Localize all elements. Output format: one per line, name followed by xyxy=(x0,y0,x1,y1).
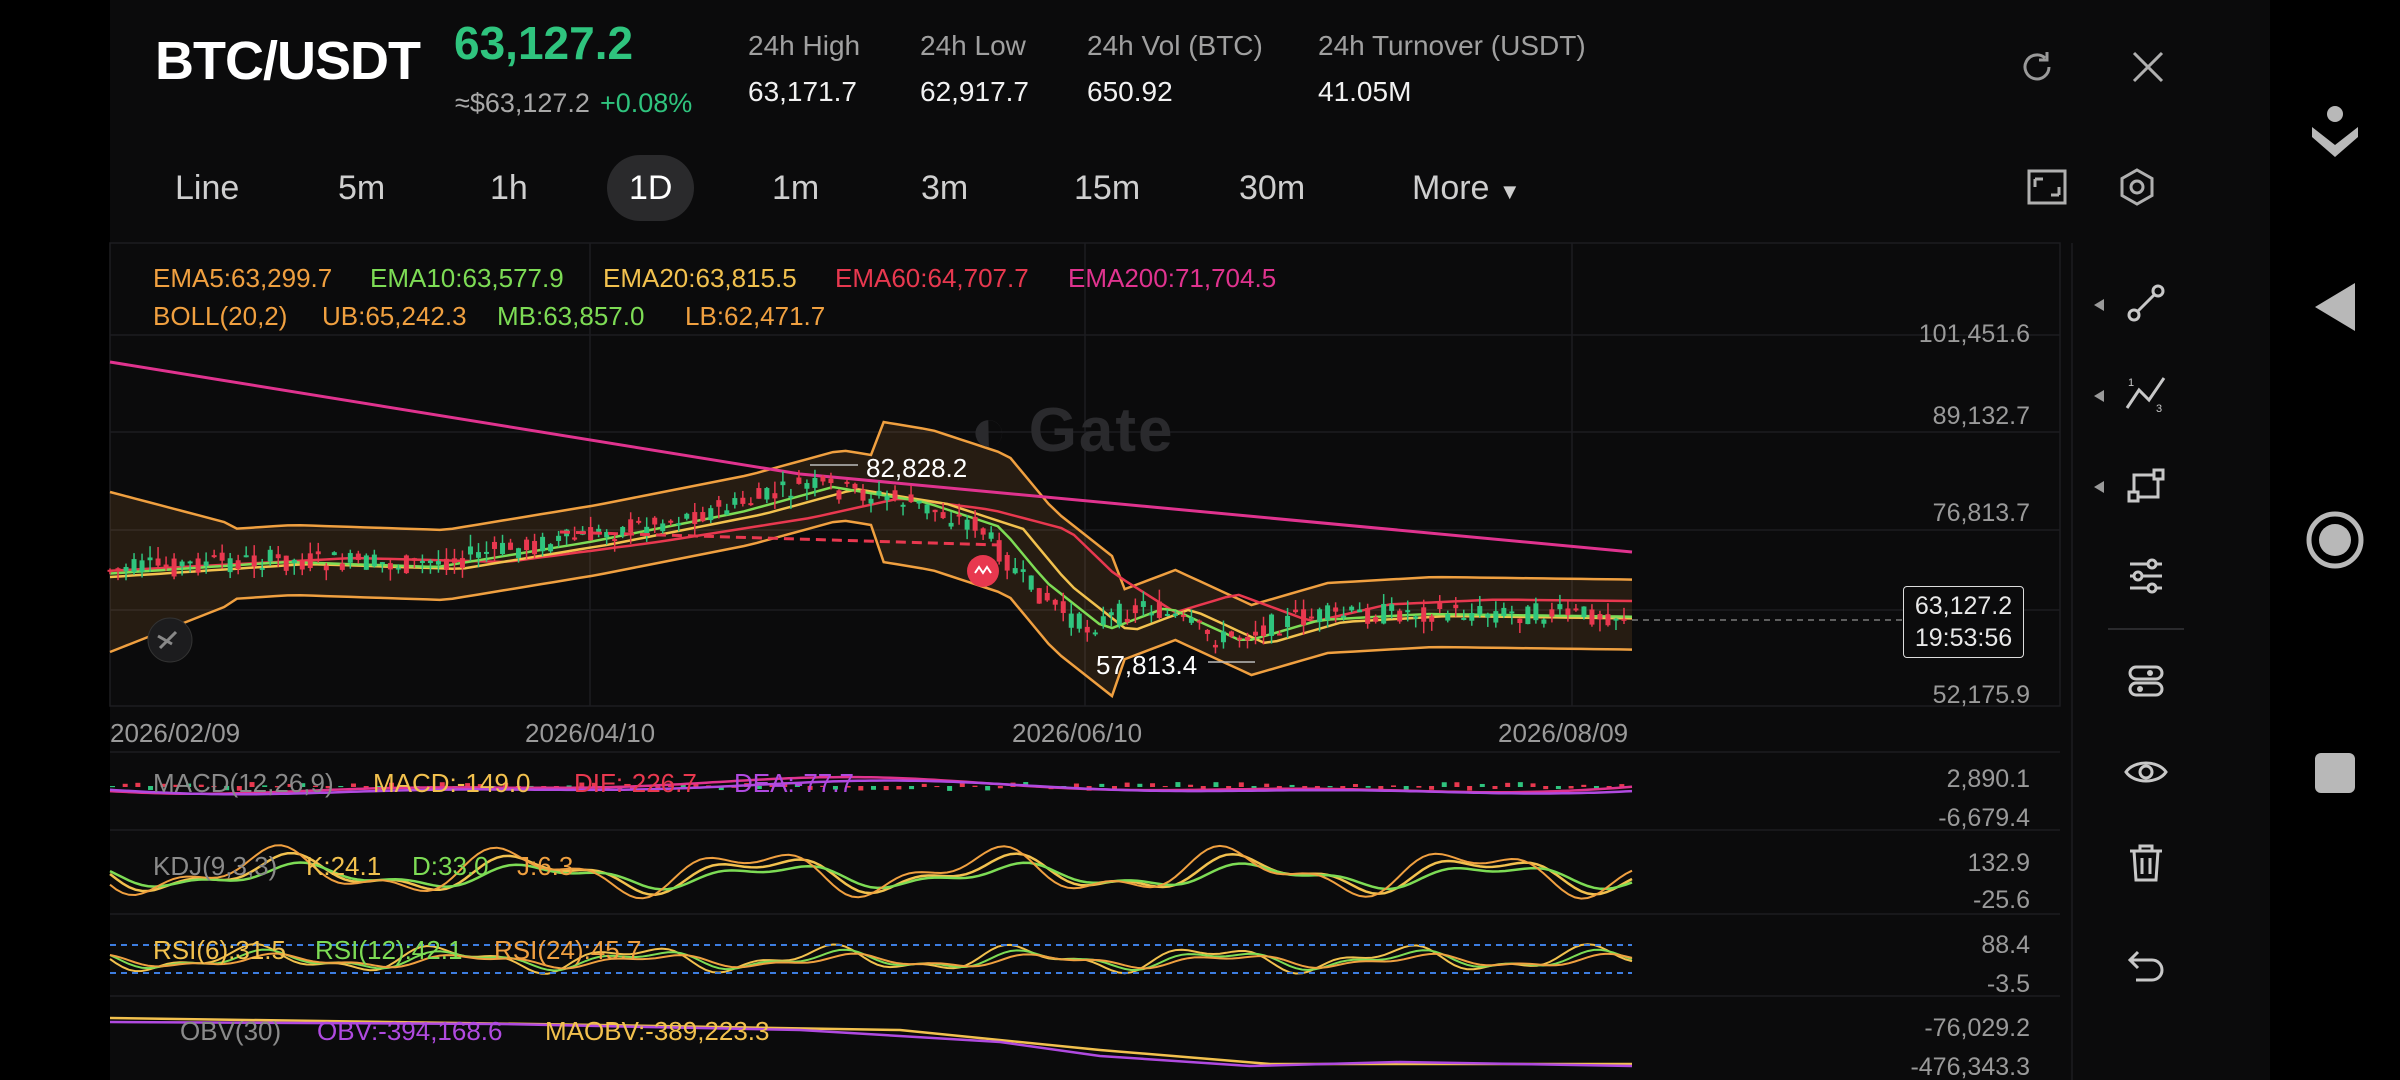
tab-1h[interactable]: 1h xyxy=(468,155,550,221)
price-change: +0.08% xyxy=(599,88,693,118)
kdj-j: J:6.3 xyxy=(517,851,574,881)
layout-icon[interactable] xyxy=(2108,643,2184,719)
rsi6: RSI(6):31.5 xyxy=(153,935,286,965)
stat-turnover: 24h Turnover (USDT) 41.05M xyxy=(1318,30,1586,108)
tool-divider xyxy=(2108,628,2184,630)
obv-value: OBV:-394,168.6 xyxy=(317,1016,503,1046)
caret-left-icon xyxy=(2094,299,2104,311)
x-tick: 2026/02/09 xyxy=(110,718,241,748)
stat-label: 24h Turnover (USDT) xyxy=(1318,30,1586,61)
stat-high: 24h High 63,171.7 xyxy=(748,30,860,108)
stat-label: 24h Low xyxy=(920,30,1026,61)
stat-value: 62,917.7 xyxy=(920,76,1029,107)
accessibility-icon[interactable] xyxy=(2300,100,2370,170)
price-tick: 101,451.6 xyxy=(1918,320,2030,348)
tab-more[interactable]: More ▼ xyxy=(1390,155,1543,221)
recents-icon[interactable] xyxy=(2300,738,2370,808)
stat-volume: 24h Vol (BTC) 650.92 xyxy=(1087,30,1263,108)
rsi24: RSI(24):45.7 xyxy=(494,935,642,965)
fib-icon[interactable]: 13 xyxy=(2108,356,2184,432)
ema20-value: EMA20:63,815.5 xyxy=(603,263,797,293)
tab-1m[interactable]: 1m xyxy=(750,155,841,221)
caret-left-icon xyxy=(2094,481,2104,493)
price-tick: 89,132.7 xyxy=(1932,402,2030,430)
caret-down-icon: ▼ xyxy=(1498,179,1521,204)
macd-axis-top: 2,890.1 xyxy=(1946,765,2030,793)
maobv-value: MAOBV:-389,223.3 xyxy=(545,1016,770,1046)
countdown: 19:53:56 xyxy=(1914,624,2013,652)
x-tick: 2026/08/09 xyxy=(1498,718,1629,748)
visibility-icon[interactable] xyxy=(2108,734,2184,810)
watermark-g-icon: ◐ xyxy=(970,396,1010,465)
undo-icon[interactable] xyxy=(2108,928,2184,1004)
pair-title: BTC/USDT xyxy=(155,31,421,91)
obv-axis-bottom: -476,343.3 xyxy=(1910,1053,2030,1080)
shape-icon[interactable] xyxy=(2108,447,2184,523)
fullscreen-icon[interactable] xyxy=(2022,162,2072,212)
rsi-axis-top: 88.4 xyxy=(1981,931,2030,959)
boll-ub: UB:65,242.3 xyxy=(322,301,467,331)
home-icon[interactable] xyxy=(2300,505,2370,575)
tab-3m[interactable]: 3m xyxy=(899,155,990,221)
ema10-value: EMA10:63,577.9 xyxy=(370,263,564,293)
dif-value: DIF:-226.7 xyxy=(574,768,697,798)
boll-label: BOLL(20,2) xyxy=(153,301,288,331)
x-tick: 2026/04/10 xyxy=(525,718,656,748)
ema5-value: EMA5:63,299.7 xyxy=(153,263,333,293)
high-annotation: 82,828.2 xyxy=(866,453,968,483)
back-icon[interactable] xyxy=(2300,272,2370,342)
kdj-axis-top: 132.9 xyxy=(1967,849,2030,877)
obv-label: OBV(30) xyxy=(180,1016,282,1046)
close-icon[interactable] xyxy=(2123,42,2173,92)
indicator-settings-icon[interactable] xyxy=(2108,538,2184,614)
svg-text:1: 1 xyxy=(2128,377,2134,389)
stat-low: 24h Low 62,917.7 xyxy=(920,30,1029,108)
tab-more-label: More xyxy=(1412,169,1490,207)
price-tick: 52,175.9 xyxy=(1932,681,2030,709)
boll-lb: LB:62,471.7 xyxy=(685,301,826,331)
tab-5m[interactable]: 5m xyxy=(316,155,407,221)
watermark-logo: ◐ Gate xyxy=(970,395,1175,466)
tab-line[interactable]: Line xyxy=(153,155,261,221)
kdj-axis-bottom: -25.6 xyxy=(1973,886,2030,914)
macd-value: MACD:-149.0 xyxy=(373,768,531,798)
stat-value: 650.92 xyxy=(1087,76,1173,107)
x-tick: 2026/06/10 xyxy=(1012,718,1143,748)
last-price-tag: 63,127.2 19:53:56 xyxy=(1903,586,2024,658)
dea-value: DEA:-77.7 xyxy=(734,768,854,798)
boll-mb: MB:63,857.0 xyxy=(497,301,645,331)
macd-axis-bottom: -6,679.4 xyxy=(1938,804,2030,832)
caret-left-icon xyxy=(2094,390,2104,402)
watermark-text: Gate xyxy=(1028,396,1175,465)
kdj-d: D:33.0 xyxy=(412,851,489,881)
price-axis: 101,451.6 89,132.7 76,813.7 52,175.9 xyxy=(1800,320,2030,720)
approx-usd: ≈$63,127.2 xyxy=(455,88,590,118)
low-annotation: 57,813.4 xyxy=(1096,650,1198,680)
rsi-axis-bottom: -3.5 xyxy=(1986,970,2030,998)
settings-icon[interactable] xyxy=(2112,162,2162,212)
obv-axis-top: -76,029.2 xyxy=(1924,1014,2030,1042)
rsi12: RSI(12):42.1 xyxy=(315,935,463,965)
stat-value: 41.05M xyxy=(1318,76,1412,107)
ema200-value: EMA200:71,704.5 xyxy=(1068,263,1277,293)
stat-value: 63,171.7 xyxy=(748,76,857,107)
tab-1d[interactable]: 1D xyxy=(607,155,695,221)
line-segment-icon[interactable] xyxy=(2108,265,2184,341)
macd-label: MACD(12,26,9) xyxy=(153,768,334,798)
kdj-label: KDJ(9,3,3) xyxy=(153,851,278,881)
last-price: 63,127.2 xyxy=(454,17,634,69)
trash-icon[interactable] xyxy=(2108,825,2184,901)
tab-15m[interactable]: 15m xyxy=(1052,155,1162,221)
svg-text:3: 3 xyxy=(2156,403,2162,414)
last-price-tag-value: 63,127.2 xyxy=(1914,592,2013,620)
stat-label: 24h Vol (BTC) xyxy=(1087,30,1263,61)
price-approx: ≈$63,127.2 +0.08% xyxy=(455,88,692,119)
kdj-k: K:24.1 xyxy=(306,851,382,881)
refresh-icon[interactable] xyxy=(2012,42,2062,92)
ema60-value: EMA60:64,707.7 xyxy=(835,263,1029,293)
stat-label: 24h High xyxy=(748,30,861,61)
tab-30m[interactable]: 30m xyxy=(1217,155,1327,221)
price-tick: 76,813.7 xyxy=(1932,499,2030,527)
